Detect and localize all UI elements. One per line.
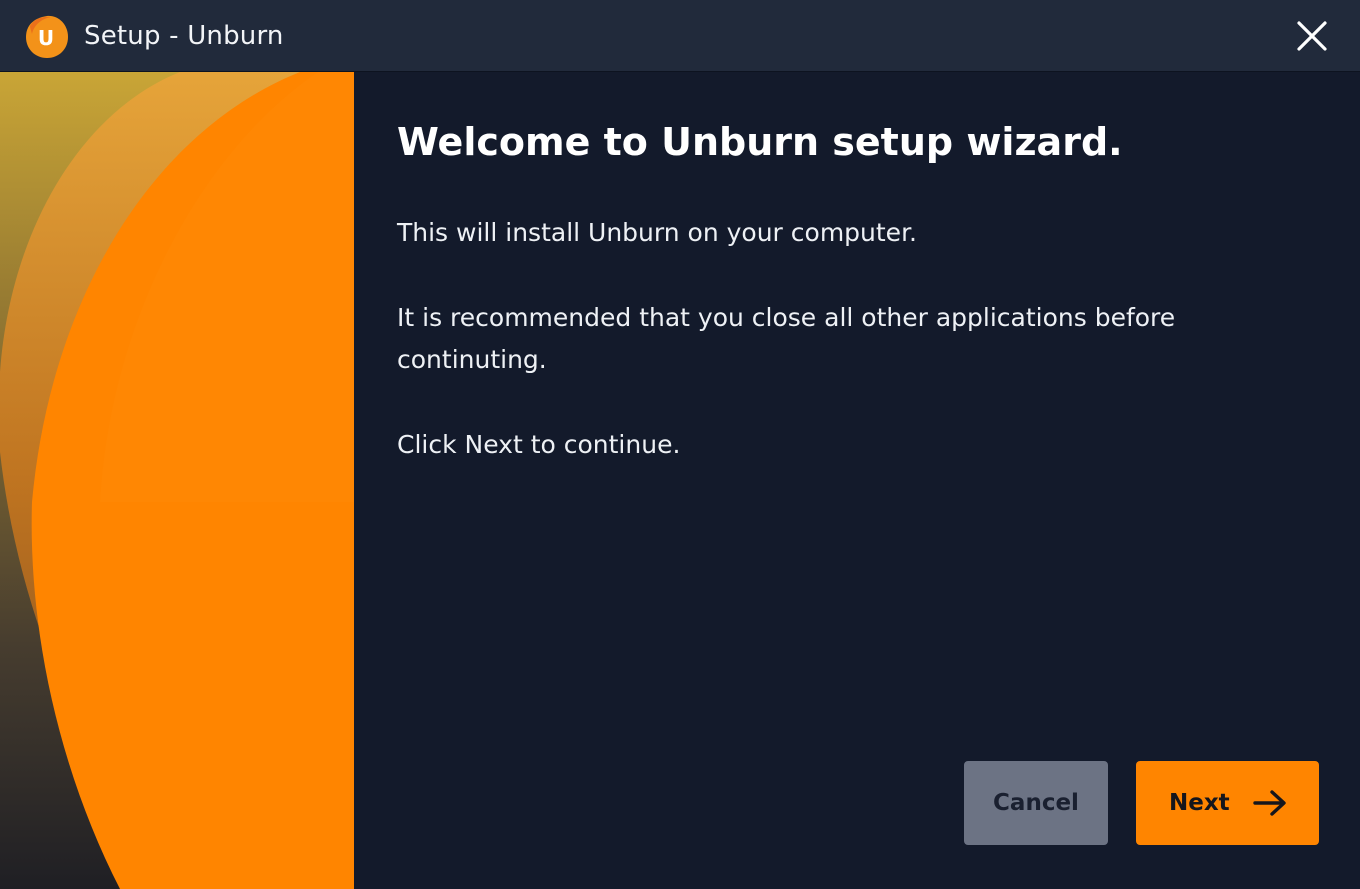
close-icon[interactable] — [1294, 18, 1330, 54]
close-apps-recommendation: It is recommended that you close all oth… — [397, 303, 1176, 374]
window-title: Setup - Unburn — [84, 21, 284, 51]
continue-instruction: Click Next to continue. — [397, 430, 681, 459]
next-button[interactable]: Next — [1136, 761, 1319, 845]
install-description: This will install Unburn on your compute… — [397, 218, 917, 247]
side-banner-art — [0, 72, 354, 889]
cancel-button-label: Cancel — [993, 790, 1079, 816]
arrow-right-icon — [1253, 789, 1287, 817]
cancel-button[interactable]: Cancel — [964, 761, 1108, 845]
page-title: Welcome to Unburn setup wizard. — [397, 120, 1123, 164]
content-panel: Welcome to Unburn setup wizard. This wil… — [354, 72, 1360, 889]
title-bar[interactable]: U Setup - Unburn — [0, 0, 1360, 72]
setup-window: U Setup - Unburn Welcome to Unburn setup… — [0, 0, 1360, 889]
app-icon-letter: U — [38, 26, 54, 50]
next-button-label: Next — [1169, 790, 1230, 816]
unburn-logo-icon: U — [24, 14, 70, 60]
